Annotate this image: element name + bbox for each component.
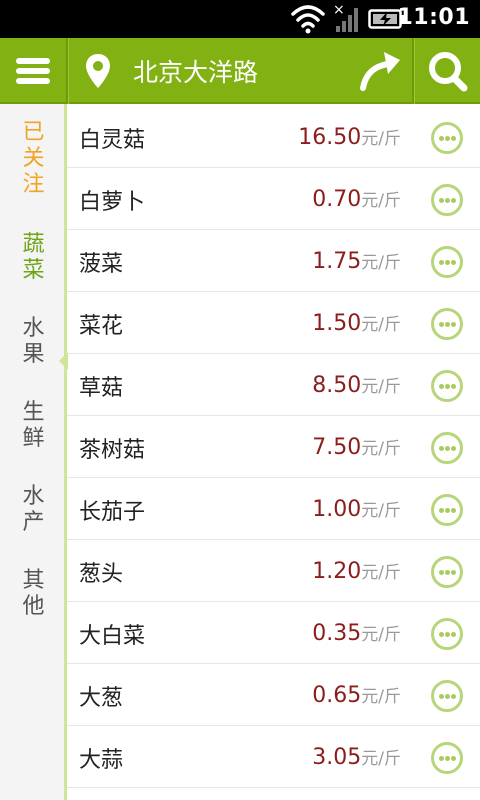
item-name: 菜花 — [79, 314, 124, 339]
price-unit: 元/斤 — [361, 439, 401, 459]
signal-icon: × — [333, 2, 358, 32]
item-price-group: 0.70元/斤 — [312, 186, 401, 212]
list-item[interactable]: 草菇 8.50元/斤 — [67, 354, 480, 416]
item-price: 7.50 — [312, 435, 362, 460]
item-name: 菠菜 — [79, 252, 124, 277]
item-name: 大葱 — [79, 686, 124, 711]
category-label: 水果 — [22, 316, 45, 367]
item-price-group: 16.50元/斤 — [298, 124, 401, 150]
divider — [412, 38, 415, 104]
divider — [66, 38, 69, 104]
item-price-group: 1.75元/斤 — [312, 248, 401, 274]
top-bar: 北京大洋路 — [0, 38, 480, 104]
category-fresh[interactable]: 生鲜 — [0, 400, 67, 452]
category-seafood[interactable]: 水产 — [0, 484, 67, 536]
category-label: 生鲜 — [22, 400, 45, 451]
list-item[interactable]: 白萝卜 0.70元/斤 — [67, 168, 480, 230]
more-options-icon[interactable] — [431, 742, 463, 774]
item-price: 0.65 — [312, 683, 362, 708]
item-price: 1.00 — [312, 497, 362, 522]
more-options-icon[interactable] — [431, 122, 463, 154]
category-followed[interactable]: 已关注 — [0, 120, 67, 198]
list-item[interactable]: 大葱 0.65元/斤 — [67, 664, 480, 726]
item-price-group: 8.50元/斤 — [312, 372, 401, 398]
item-price: 1.75 — [312, 249, 362, 274]
price-unit: 元/斤 — [361, 625, 401, 645]
price-unit: 元/斤 — [361, 687, 401, 707]
price-list: 白灵菇 16.50元/斤 白萝卜 0.70元/斤 菠菜 1.75元/斤 菜花 1… — [67, 106, 480, 800]
price-unit: 元/斤 — [361, 253, 401, 273]
item-name: 茶树菇 — [79, 438, 146, 463]
more-options-icon[interactable] — [431, 308, 463, 340]
category-sidebar: 已关注 蔬菜 水果 生鲜 水产 其他 — [0, 104, 68, 800]
item-price: 0.70 — [312, 187, 362, 212]
item-name: 白灵菇 — [79, 128, 146, 153]
more-options-icon[interactable] — [431, 556, 463, 588]
category-label: 水产 — [22, 484, 45, 535]
more-options-icon[interactable] — [431, 184, 463, 216]
more-options-icon[interactable] — [431, 246, 463, 278]
item-price-group: 1.50元/斤 — [312, 310, 401, 336]
price-unit: 元/斤 — [361, 501, 401, 521]
menu-button[interactable] — [0, 38, 66, 104]
more-options-icon[interactable] — [431, 432, 463, 464]
location-pin-icon — [86, 54, 110, 88]
price-unit: 元/斤 — [361, 315, 401, 335]
item-price-group: 1.00元/斤 — [312, 496, 401, 522]
price-unit: 元/斤 — [361, 377, 401, 397]
item-price: 3.05 — [312, 745, 362, 770]
price-unit: 元/斤 — [361, 191, 401, 211]
category-label: 蔬菜 — [22, 232, 45, 283]
search-icon — [429, 52, 468, 92]
list-item[interactable]: 大蒜 3.05元/斤 — [67, 726, 480, 788]
more-options-icon[interactable] — [431, 370, 463, 402]
item-price: 0.35 — [312, 621, 362, 646]
menu-icon-bar — [16, 78, 50, 84]
item-name: 大白菜 — [79, 624, 146, 649]
price-unit: 元/斤 — [361, 563, 401, 583]
item-price-group: 0.35元/斤 — [312, 620, 401, 646]
menu-icon-bar — [16, 58, 50, 64]
item-name: 大蒜 — [79, 748, 124, 773]
price-unit: 元/斤 — [361, 129, 401, 149]
item-price-group: 7.50元/斤 — [312, 434, 401, 460]
item-name: 长茄子 — [79, 500, 146, 525]
share-button[interactable] — [354, 38, 412, 104]
list-item[interactable]: 葱头 1.20元/斤 — [67, 540, 480, 602]
status-bar: × 11:01 — [0, 0, 480, 38]
more-options-icon[interactable] — [431, 618, 463, 650]
item-name: 葱头 — [79, 562, 124, 587]
clock: 11:01 — [397, 5, 470, 30]
category-label: 其他 — [22, 568, 45, 619]
price-unit: 元/斤 — [361, 749, 401, 769]
category-others[interactable]: 其他 — [0, 568, 67, 620]
item-price: 16.50 — [298, 125, 362, 150]
item-price: 1.50 — [312, 311, 362, 336]
category-vegetables[interactable]: 蔬菜 — [0, 232, 67, 284]
item-price-group: 3.05元/斤 — [312, 744, 401, 770]
list-item[interactable]: 白灵菇 16.50元/斤 — [67, 106, 480, 168]
svg-text:×: × — [333, 2, 345, 18]
item-price: 8.50 — [312, 373, 362, 398]
list-item[interactable]: 茶树菇 7.50元/斤 — [67, 416, 480, 478]
item-name: 白萝卜 — [79, 190, 146, 215]
wifi-icon — [291, 5, 325, 34]
location-label[interactable]: 北京大洋路 — [133, 53, 258, 89]
more-options-icon[interactable] — [431, 680, 463, 712]
category-label: 已关注 — [22, 120, 45, 197]
menu-icon-bar — [16, 68, 50, 74]
list-item[interactable]: 大白菜 0.35元/斤 — [67, 602, 480, 664]
list-item[interactable]: 菜花 1.50元/斤 — [67, 292, 480, 354]
list-item[interactable]: 菠菜 1.75元/斤 — [67, 230, 480, 292]
item-name: 草菇 — [79, 376, 124, 401]
list-item[interactable]: 长茄子 1.00元/斤 — [67, 478, 480, 540]
item-price-group: 0.65元/斤 — [312, 682, 401, 708]
more-options-icon[interactable] — [431, 494, 463, 526]
category-fruits[interactable]: 水果 — [0, 316, 67, 368]
item-price-group: 1.20元/斤 — [312, 558, 401, 584]
search-button[interactable] — [416, 38, 480, 104]
item-price: 1.20 — [312, 559, 362, 584]
share-arrow-icon — [360, 52, 400, 91]
